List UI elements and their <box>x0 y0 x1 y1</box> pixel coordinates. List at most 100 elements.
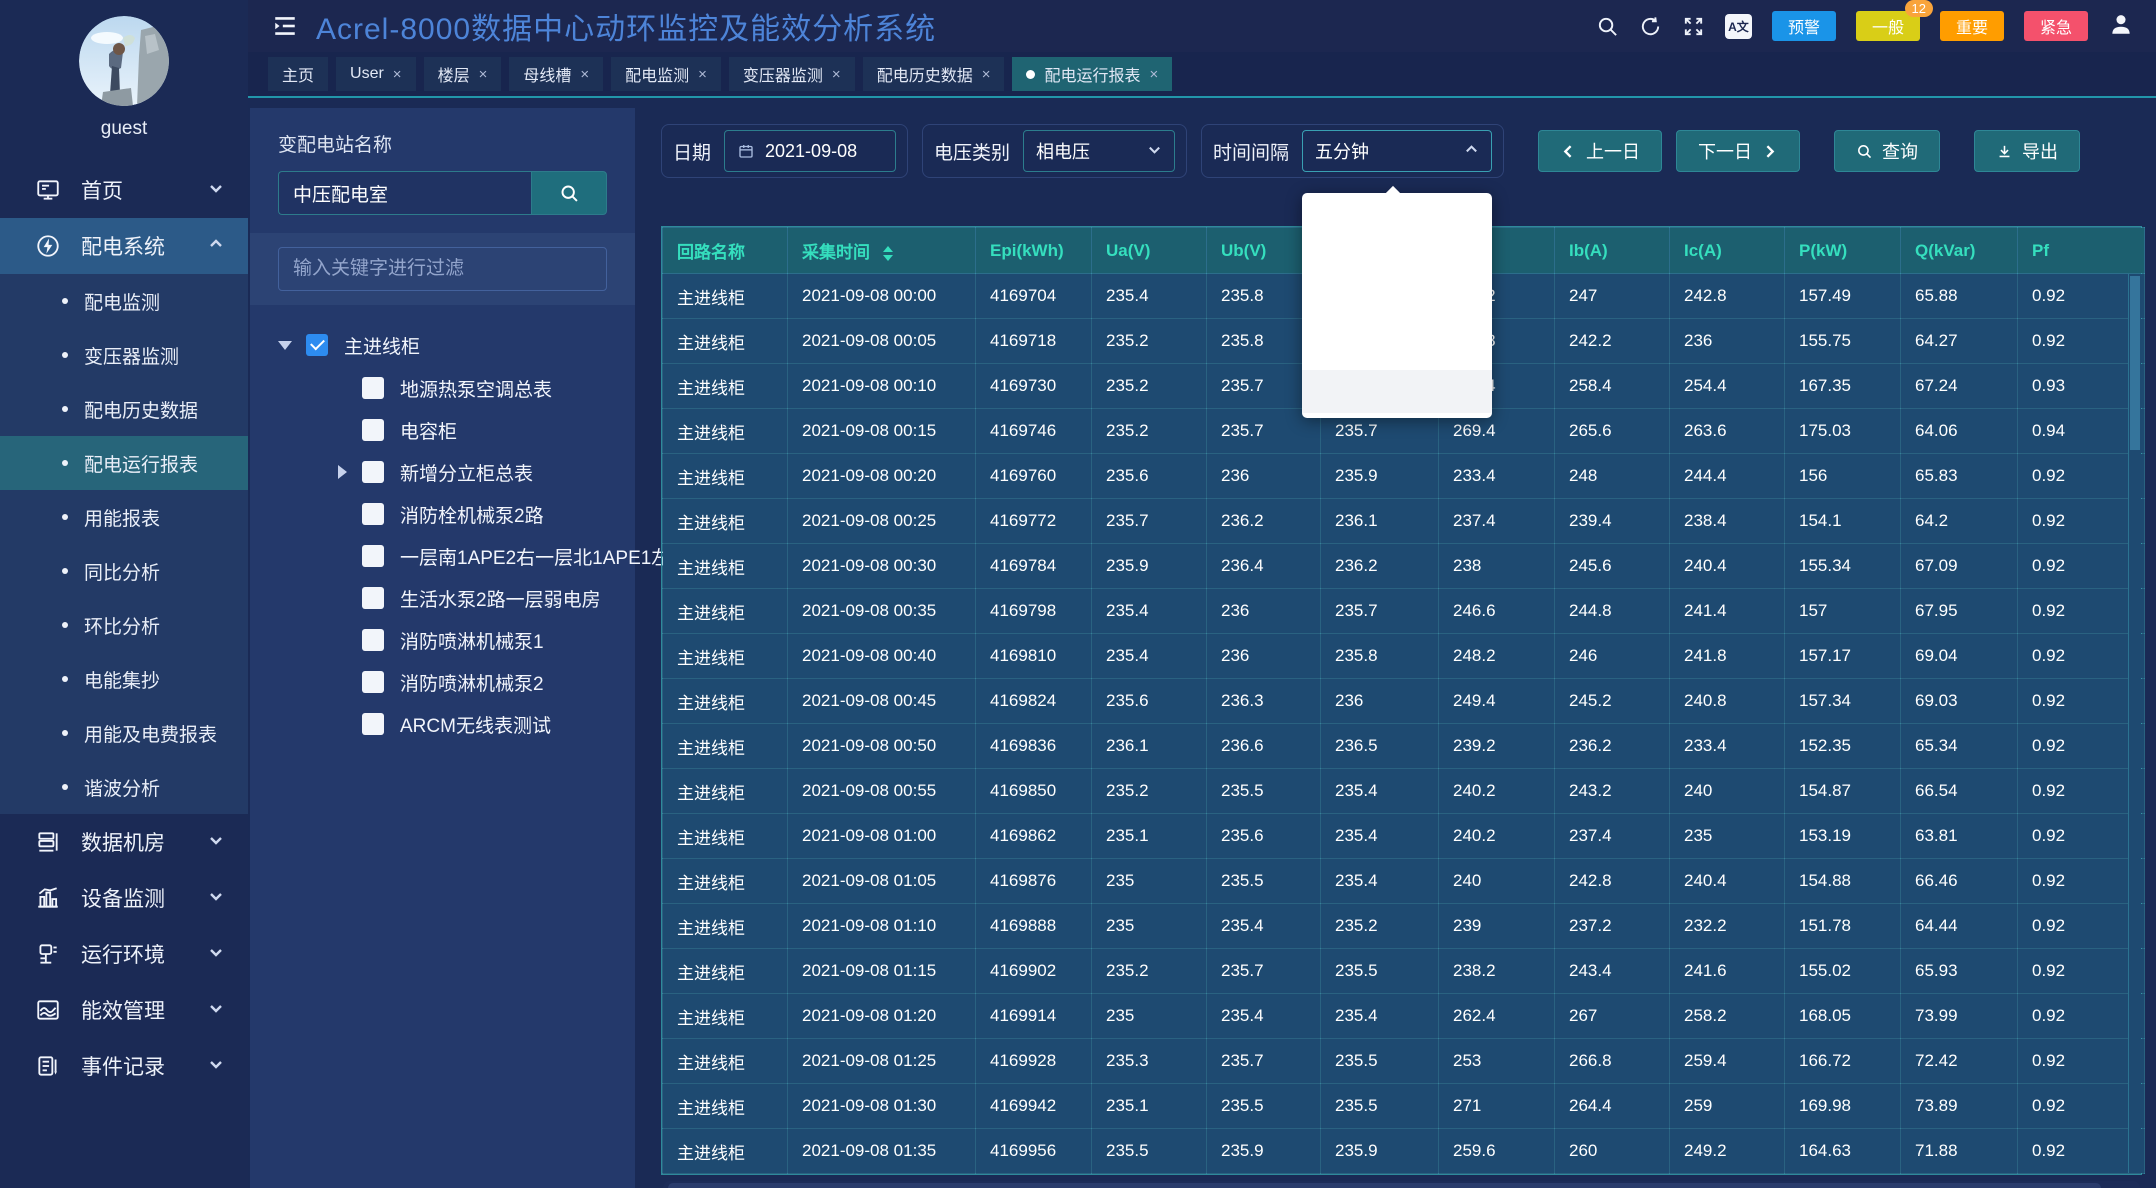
alarm-button-general[interactable]: 一般 12 <box>1856 11 1920 41</box>
table-row[interactable]: 主进线柜2021-09-08 01:204169914235235.4235.4… <box>663 994 2145 1039</box>
tab[interactable]: 配电运行报表 × <box>1012 57 1172 91</box>
vertical-scrollbar-thumb[interactable] <box>2130 276 2140 450</box>
sidebar-subitem[interactable]: 谐波分析 <box>0 760 248 814</box>
tree-item[interactable]: 消防喷淋机械泵1 <box>258 619 627 661</box>
alarm-button-important[interactable]: 重要 <box>1940 11 2004 41</box>
close-icon[interactable]: × <box>479 66 488 83</box>
sidebar-subitem[interactable]: 电能集抄 <box>0 652 248 706</box>
dropdown-option[interactable] <box>1302 370 1492 413</box>
sidebar-subitem[interactable]: 变压器监测 <box>0 328 248 382</box>
previous-day-button[interactable]: 上一日 <box>1538 130 1662 172</box>
sidebar-subitem[interactable]: 环比分析 <box>0 598 248 652</box>
checkbox-unchecked[interactable] <box>362 671 384 693</box>
table-row[interactable]: 主进线柜2021-09-08 01:054169876235235.5235.4… <box>663 859 2145 904</box>
station-search-button[interactable] <box>531 171 607 215</box>
sidebar-item-data-room[interactable]: 数据机房 <box>0 814 248 870</box>
tree-filter-input[interactable] <box>278 247 607 291</box>
horizontal-scrollbar[interactable] <box>663 1181 2140 1188</box>
collapse-caret-icon[interactable] <box>278 341 292 350</box>
tree-item[interactable]: 新增分立柜总表 <box>258 451 627 493</box>
sidebar-subitem[interactable]: 配电历史数据 <box>0 382 248 436</box>
table-row[interactable]: 主进线柜2021-09-08 00:204169760235.6236235.9… <box>663 454 2145 499</box>
vertical-scrollbar[interactable] <box>2128 274 2141 1173</box>
table-row[interactable]: 主进线柜2021-09-08 00:454169824235.6236.3236… <box>663 679 2145 724</box>
checkbox-unchecked[interactable] <box>362 503 384 525</box>
tab[interactable]: User × <box>336 57 416 91</box>
alarm-button-urgent[interactable]: 紧急 <box>2024 11 2088 41</box>
checkbox-unchecked[interactable] <box>362 587 384 609</box>
close-icon[interactable]: × <box>580 66 589 83</box>
dropdown-option[interactable] <box>1302 241 1492 284</box>
sidebar-item-device-monitor[interactable]: 设备监测 <box>0 870 248 926</box>
interval-select[interactable]: 五分钟 <box>1302 130 1492 172</box>
sidebar-subitem[interactable]: 同比分析 <box>0 544 248 598</box>
tab[interactable]: 主页 <box>268 57 328 91</box>
dropdown-option[interactable] <box>1302 327 1492 370</box>
sidebar-item-environment[interactable]: 运行环境 <box>0 926 248 982</box>
station-search-input[interactable] <box>278 171 531 215</box>
user-icon[interactable] <box>2108 11 2134 42</box>
checkbox-unchecked[interactable] <box>362 713 384 735</box>
column-header[interactable]: 回路名称 <box>663 228 788 274</box>
tab[interactable]: 变压器监测 × <box>729 57 855 91</box>
sidebar-subitem[interactable]: 用能报表 <box>0 490 248 544</box>
checkbox-unchecked[interactable] <box>362 629 384 651</box>
table-row[interactable]: 主进线柜2021-09-08 00:354169798235.4236235.7… <box>663 589 2145 634</box>
table-row[interactable]: 主进线柜2021-09-08 00:554169850235.2235.5235… <box>663 769 2145 814</box>
alarm-button-warning[interactable]: 预警 <box>1772 11 1836 41</box>
close-icon[interactable]: × <box>1149 66 1158 83</box>
search-icon[interactable] <box>1596 15 1619 38</box>
close-icon[interactable]: × <box>698 66 707 83</box>
table-row[interactable]: 主进线柜2021-09-08 01:154169902235.2235.7235… <box>663 949 2145 994</box>
fullscreen-icon[interactable] <box>1682 15 1705 38</box>
export-button[interactable]: 导出 <box>1974 130 2080 172</box>
sidebar-subitem[interactable]: 配电监测 <box>0 274 248 328</box>
column-header[interactable]: Ua(V) <box>1092 228 1207 274</box>
checkbox-unchecked[interactable] <box>362 461 384 483</box>
collapse-menu-icon[interactable] <box>272 13 298 39</box>
voltage-select[interactable]: 相电压 <box>1023 130 1175 172</box>
dropdown-option[interactable] <box>1302 284 1492 327</box>
tree-item[interactable]: 一层南1APE2右一层北1APE1左 <box>258 535 627 577</box>
query-button[interactable]: 查询 <box>1834 130 1940 172</box>
tree-item[interactable]: 消防喷淋机械泵2 <box>258 661 627 703</box>
table-row[interactable]: 主进线柜2021-09-08 01:104169888235235.4235.2… <box>663 904 2145 949</box>
close-icon[interactable]: × <box>393 66 402 83</box>
tree-root-item[interactable]: 主进线柜 <box>258 323 627 367</box>
column-header[interactable]: Epi(kWh) <box>976 228 1092 274</box>
table-row[interactable]: 主进线柜2021-09-08 01:254169928235.3235.7235… <box>663 1039 2145 1084</box>
checkbox-checked[interactable] <box>306 334 328 356</box>
column-header[interactable]: Ib(A) <box>1555 228 1670 274</box>
tab[interactable]: 楼层 × <box>424 57 502 91</box>
column-header[interactable]: Ic(A) <box>1670 228 1785 274</box>
checkbox-unchecked[interactable] <box>362 419 384 441</box>
tree-item[interactable]: 生活水泵2路一层弱电房 <box>258 577 627 619</box>
avatar[interactable] <box>79 16 169 106</box>
table-row[interactable]: 主进线柜2021-09-08 00:504169836236.1236.6236… <box>663 724 2145 769</box>
checkbox-unchecked[interactable] <box>362 545 384 567</box>
expand-caret-icon[interactable] <box>338 465 347 479</box>
sidebar-item-home[interactable]: 首页 <box>0 162 248 218</box>
column-header[interactable]: 采集时间 <box>788 228 976 274</box>
date-picker[interactable]: 2021-09-08 <box>724 130 896 172</box>
refresh-icon[interactable] <box>1639 15 1662 38</box>
sidebar-item-energy-management[interactable]: 能效管理 <box>0 982 248 1038</box>
dropdown-option[interactable] <box>1302 198 1492 241</box>
tab[interactable]: 母线槽 × <box>509 57 603 91</box>
close-icon[interactable]: × <box>982 66 991 83</box>
table-row[interactable]: 主进线柜2021-09-08 00:404169810235.4236235.8… <box>663 634 2145 679</box>
column-header[interactable]: Q(kVar) <box>1901 228 2018 274</box>
tab[interactable]: 配电历史数据 × <box>863 57 1005 91</box>
next-day-button[interactable]: 下一日 <box>1676 130 1800 172</box>
column-header[interactable]: Pf <box>2018 228 2145 274</box>
column-header[interactable]: P(kW) <box>1785 228 1901 274</box>
sidebar-subitem[interactable]: 配电运行报表 <box>0 436 248 490</box>
tab[interactable]: 配电监测 × <box>611 57 721 91</box>
sidebar-item-power-distribution[interactable]: 配电系统 <box>0 218 248 274</box>
tree-item[interactable]: 电容柜 <box>258 409 627 451</box>
table-row[interactable]: 主进线柜2021-09-08 01:354169956235.5235.9235… <box>663 1129 2145 1174</box>
table-row[interactable]: 主进线柜2021-09-08 01:304169942235.1235.5235… <box>663 1084 2145 1129</box>
language-icon[interactable]: A文 <box>1725 14 1752 39</box>
sort-icon[interactable] <box>883 246 893 261</box>
checkbox-unchecked[interactable] <box>362 377 384 399</box>
